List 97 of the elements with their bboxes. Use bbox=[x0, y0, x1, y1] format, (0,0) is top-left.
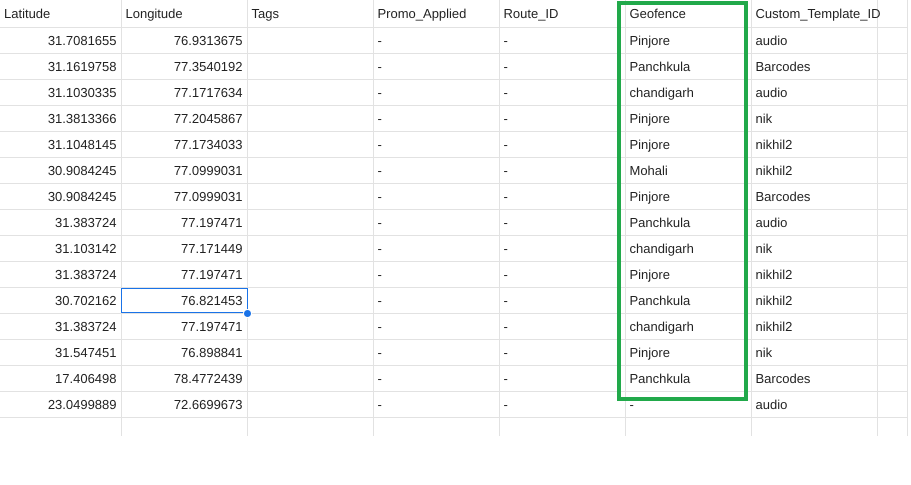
table-cell-text: 77.197471 bbox=[180, 318, 244, 336]
header-cell: Route_ID bbox=[499, 0, 625, 28]
table-cell-text: - bbox=[376, 162, 383, 180]
table-cell-text: 31.1619758 bbox=[46, 58, 118, 76]
table-cell-text: - bbox=[502, 240, 509, 258]
table-cell-text: audio bbox=[754, 396, 788, 414]
header-cell: Promo_Applied bbox=[373, 0, 499, 28]
table-cell-text: 30.9084245 bbox=[46, 162, 118, 180]
table-cell-text: - bbox=[376, 58, 383, 76]
table-cell-text: 31.3813366 bbox=[46, 110, 118, 128]
header-cell: Tags bbox=[247, 0, 373, 28]
table-cell-text: Pinjore bbox=[628, 344, 671, 362]
table-cell-text: nikhil2 bbox=[754, 136, 794, 154]
table-cell-text: 77.1717634 bbox=[172, 84, 244, 102]
table-cell-text: 77.171449 bbox=[180, 240, 244, 258]
table-cell-text: - bbox=[502, 110, 509, 128]
table-cell-text: - bbox=[502, 370, 509, 388]
table-cell-text: 31.1030335 bbox=[46, 84, 118, 102]
table-cell-text: Panchkula bbox=[628, 292, 692, 310]
table-cell-text: Panchkula bbox=[628, 214, 692, 232]
table-cell-text: Pinjore bbox=[628, 136, 671, 154]
table-cell-text: Mohali bbox=[628, 162, 669, 180]
table-cell-text: Barcodes bbox=[754, 188, 812, 206]
table-cell-text: - bbox=[502, 136, 509, 154]
table-cell-text: - bbox=[376, 214, 383, 232]
table-cell-text: 77.3540192 bbox=[172, 58, 244, 76]
table-cell-text: - bbox=[376, 370, 383, 388]
table-cell-text: - bbox=[376, 84, 383, 102]
table-cell-text: Barcodes bbox=[754, 58, 812, 76]
header-cell: Longitude bbox=[121, 0, 247, 28]
table-cell-text: 77.0999031 bbox=[172, 162, 244, 180]
table-cell-text: nikhil2 bbox=[754, 292, 794, 310]
table-cell-text: 31.7081655 bbox=[46, 32, 118, 50]
table-cell-text: 77.197471 bbox=[180, 214, 244, 232]
table-cell-text: - bbox=[376, 32, 383, 50]
table-cell-text: 31.383724 bbox=[54, 318, 118, 336]
table-cell-text: 76.898841 bbox=[180, 344, 244, 362]
table-cell-text: audio bbox=[754, 32, 788, 50]
table-cell-text: - bbox=[502, 32, 509, 50]
table-cell-text: nikhil2 bbox=[754, 318, 794, 336]
table-cell-text: 77.0999031 bbox=[172, 188, 244, 206]
header-cell: Latitude bbox=[0, 0, 121, 28]
table-cell-text: - bbox=[376, 188, 383, 206]
table-cell-text: chandigarh bbox=[628, 84, 695, 102]
table-cell-text: 31.1048145 bbox=[46, 136, 118, 154]
table-cell-text: - bbox=[376, 136, 383, 154]
fill-handle[interactable] bbox=[242, 309, 252, 318]
table-cell-text: - bbox=[502, 58, 509, 76]
table-cell-text: - bbox=[376, 110, 383, 128]
table-cell-text: - bbox=[376, 292, 383, 310]
table-cell-text: 77.2045867 bbox=[172, 110, 244, 128]
table-cell-text: 23.0499889 bbox=[46, 396, 118, 414]
table-cell-text: Pinjore bbox=[628, 188, 671, 206]
header-cell: Geofence bbox=[625, 0, 751, 28]
table-cell-text: Pinjore bbox=[628, 266, 671, 284]
table-cell-text: - bbox=[376, 240, 383, 258]
table-cell-text: - bbox=[376, 396, 383, 414]
table-cell-text: chandigarh bbox=[628, 240, 695, 258]
table-cell-text: 78.4772439 bbox=[172, 370, 244, 388]
table-cell-text: - bbox=[376, 344, 383, 362]
table-cell-text: - bbox=[502, 84, 509, 102]
table-cell-text: - bbox=[502, 318, 509, 336]
table-cell-text: 31.547451 bbox=[54, 344, 118, 362]
table-cell-text: 31.383724 bbox=[54, 214, 118, 232]
table-cell-text: Panchkula bbox=[628, 58, 692, 76]
table-cell-text: Pinjore bbox=[628, 32, 671, 50]
table-cell-text: 31.103142 bbox=[54, 240, 118, 258]
table-cell-text: - bbox=[502, 396, 509, 414]
table-cell-text: 31.383724 bbox=[54, 266, 118, 284]
table-cell-text: nikhil2 bbox=[754, 266, 794, 284]
table-cell-text: Panchkula bbox=[628, 370, 692, 388]
table-cell-text: audio bbox=[754, 214, 788, 232]
table-cell-text: - bbox=[376, 266, 383, 284]
table-cell-text: nik bbox=[754, 240, 774, 258]
table-cell-text: - bbox=[502, 188, 509, 206]
table-cell-text: Pinjore bbox=[628, 110, 671, 128]
table-cell-text: nik bbox=[754, 344, 774, 362]
table-cell-text: - bbox=[628, 396, 635, 414]
table-cell-text: 77.1734033 bbox=[172, 136, 244, 154]
table-cell-text: - bbox=[502, 162, 509, 180]
table-cell-text: - bbox=[502, 344, 509, 362]
table-cell-text: 77.197471 bbox=[180, 266, 244, 284]
table-cell-text: nikhil2 bbox=[754, 162, 794, 180]
table-cell-text: nik bbox=[754, 110, 774, 128]
table-cell-text: - bbox=[502, 214, 509, 232]
table-cell-text: - bbox=[502, 292, 509, 310]
table-cell-text: Barcodes bbox=[754, 370, 812, 388]
table-cell-text: 76.9313675 bbox=[172, 32, 244, 50]
table-cell-text: chandigarh bbox=[628, 318, 695, 336]
selected-cell: 76.821453 bbox=[120, 288, 248, 313]
table-cell-text: 72.6699673 bbox=[172, 396, 244, 414]
table-cell-text: audio bbox=[754, 84, 788, 102]
table-cell-text: - bbox=[376, 318, 383, 336]
table-cell-text: 30.702162 bbox=[54, 292, 118, 310]
table-cell-text: 17.406498 bbox=[54, 370, 118, 388]
table-cell-text: - bbox=[502, 266, 509, 284]
table-cell-text: 30.9084245 bbox=[46, 188, 118, 206]
